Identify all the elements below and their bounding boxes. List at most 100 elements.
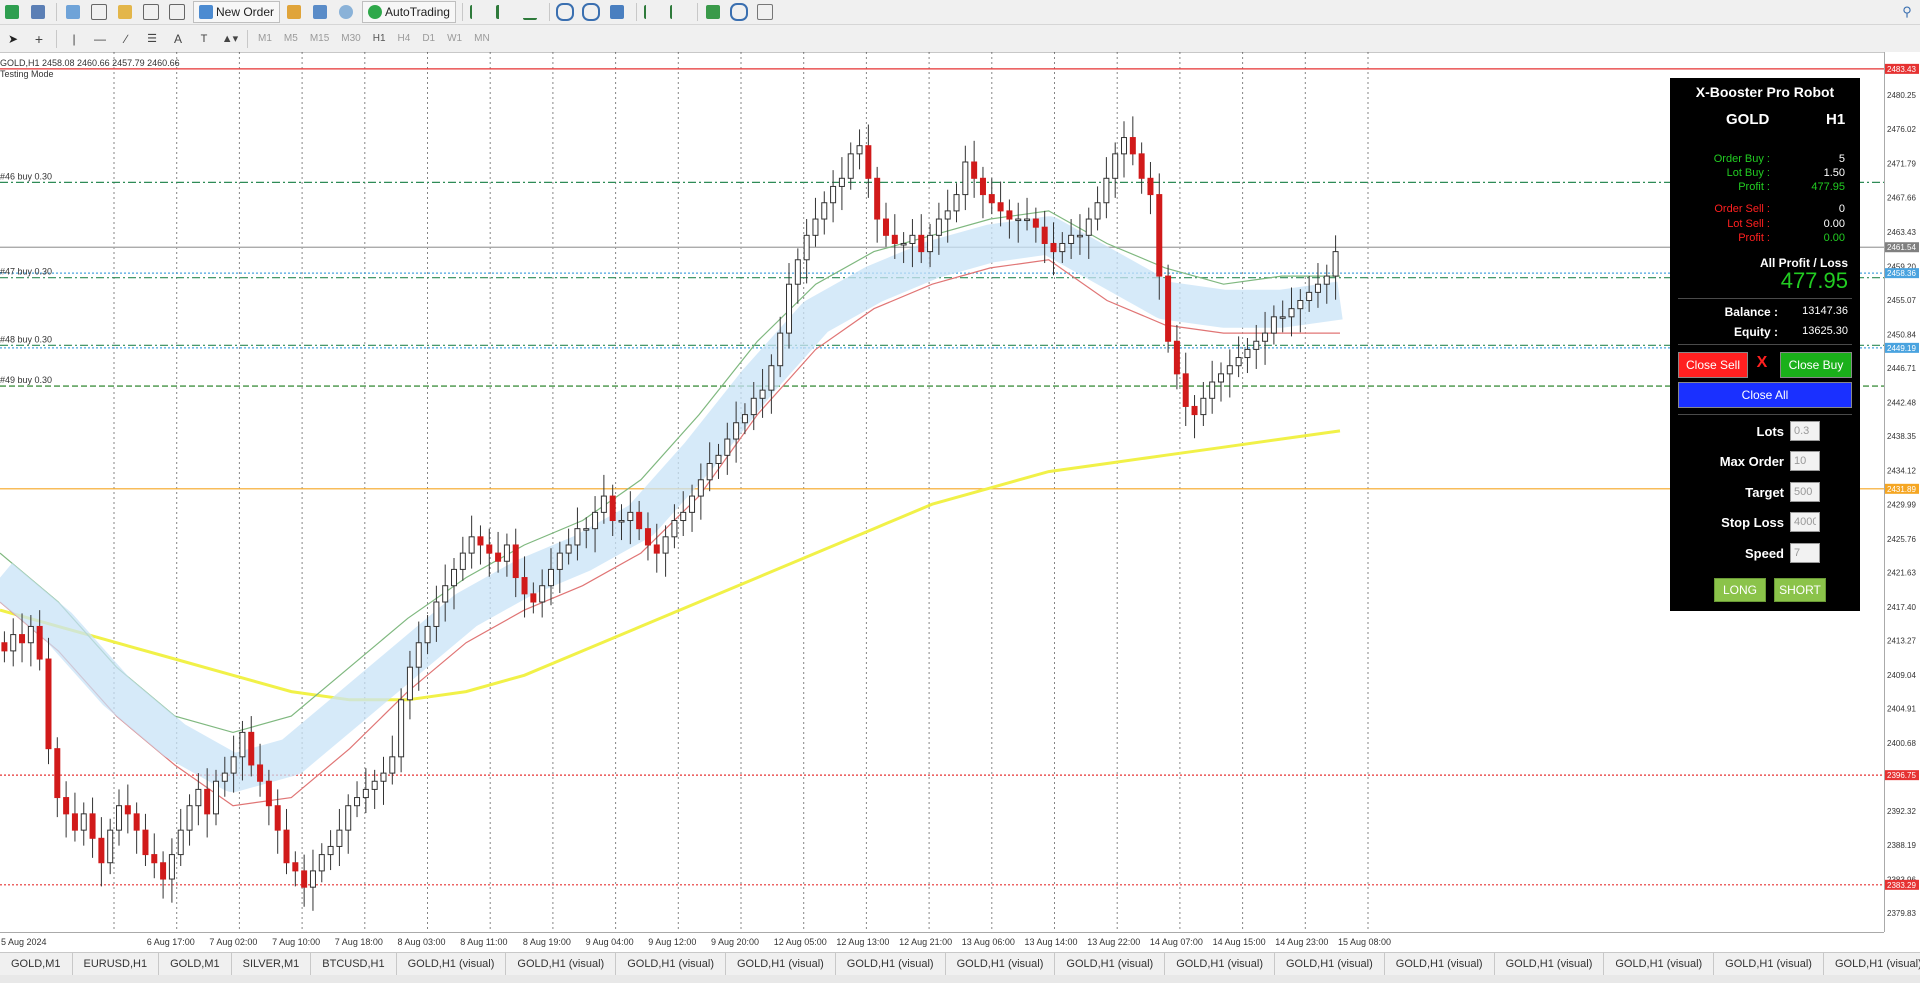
tester-button[interactable] bbox=[167, 2, 189, 22]
market-button[interactable] bbox=[336, 2, 358, 22]
candle-body bbox=[1103, 177, 1110, 204]
close-x-icon[interactable]: X bbox=[1752, 354, 1772, 372]
candle-body bbox=[221, 772, 228, 782]
horizontal-line-tool[interactable]: — bbox=[89, 29, 111, 49]
timeframe-m30[interactable]: M30 bbox=[335, 29, 366, 49]
stop-loss-input[interactable] bbox=[1790, 512, 1820, 532]
text-label-icon: T bbox=[200, 32, 208, 45]
signals-button[interactable] bbox=[310, 2, 332, 22]
lots-input[interactable] bbox=[1790, 421, 1820, 441]
terminal-button[interactable] bbox=[141, 2, 163, 22]
search-button[interactable]: ⚲ bbox=[1896, 2, 1918, 22]
candle-body bbox=[380, 772, 387, 782]
price-tick-label: 2480.25 bbox=[1887, 91, 1916, 100]
close-sell-button[interactable]: Close Sell bbox=[1678, 352, 1748, 378]
profiles-button[interactable] bbox=[28, 2, 50, 22]
new-chart-button[interactable] bbox=[2, 2, 24, 22]
timeframe-mn[interactable]: MN bbox=[468, 29, 496, 49]
equity-label: Equity : bbox=[1734, 325, 1778, 339]
candle-body bbox=[309, 870, 316, 888]
templates-button[interactable] bbox=[756, 2, 778, 22]
chart-shift-button[interactable] bbox=[643, 2, 665, 22]
candle-body bbox=[547, 568, 554, 587]
candle-body bbox=[733, 422, 740, 440]
timeframe-h4[interactable]: H4 bbox=[392, 29, 417, 49]
vertical-line-tool[interactable]: | bbox=[63, 29, 85, 49]
candlestick-button[interactable] bbox=[495, 2, 517, 22]
chart-tab[interactable]: GOLD,H1 (visual) bbox=[616, 953, 726, 975]
indicators-button[interactable] bbox=[704, 2, 726, 22]
candle-body bbox=[979, 177, 986, 196]
chart-tab[interactable]: GOLD,M1 bbox=[0, 953, 73, 975]
chart-tab[interactable]: GOLD,H1 (visual) bbox=[397, 953, 507, 975]
timeframe-w1[interactable]: W1 bbox=[441, 29, 468, 49]
close-buy-button[interactable]: Close Buy bbox=[1780, 352, 1852, 378]
chart-tab[interactable]: GOLD,H1 (visual) bbox=[1165, 953, 1275, 975]
timeframe-m5[interactable]: M5 bbox=[278, 29, 304, 49]
trendline-tool[interactable]: ∕ bbox=[115, 29, 137, 49]
timeframe-m1[interactable]: M1 bbox=[252, 29, 278, 49]
chart-tab[interactable]: GOLD,H1 (visual) bbox=[1604, 953, 1715, 975]
chart-tab[interactable]: EURUSD,H1 bbox=[73, 953, 160, 975]
line-chart-button[interactable] bbox=[521, 2, 543, 22]
chart-tab[interactable]: BTCUSD,H1 bbox=[311, 953, 397, 975]
price-tick-label: 2379.83 bbox=[1887, 909, 1916, 918]
time-tick-label: 12 Aug 21:00 bbox=[899, 937, 952, 947]
text-tool[interactable]: A bbox=[167, 29, 189, 49]
autotrading-button[interactable]: AutoTrading bbox=[362, 1, 456, 23]
candle-body bbox=[918, 234, 925, 253]
navigator-button[interactable] bbox=[115, 2, 137, 22]
zoom-in-button[interactable] bbox=[556, 2, 578, 22]
chart-tab[interactable]: GOLD,H1 (visual) bbox=[1275, 953, 1385, 975]
target-input[interactable] bbox=[1790, 482, 1820, 502]
bar-chart-button[interactable] bbox=[469, 2, 491, 22]
candle-body bbox=[962, 161, 969, 196]
chart-tab[interactable]: GOLD,H1 (visual) bbox=[946, 953, 1056, 975]
candle-body bbox=[865, 145, 872, 179]
data-window-button[interactable] bbox=[89, 2, 111, 22]
candle-body bbox=[354, 797, 361, 807]
chart-tab[interactable]: GOLD,H1 (visual) bbox=[1495, 953, 1605, 975]
speed-input[interactable] bbox=[1790, 543, 1820, 563]
price-chart[interactable]: #46 buy 0.30 #47 buy 0.30 #48 buy 0.30 #49 … bbox=[0, 52, 1884, 932]
candle-body bbox=[45, 658, 52, 750]
channel-tool[interactable]: ☰ bbox=[141, 29, 163, 49]
chart-tab[interactable]: GOLD,M1 bbox=[159, 953, 232, 975]
lot-buy-value: 1.50 bbox=[1823, 167, 1845, 179]
timeframe-h1[interactable]: H1 bbox=[367, 29, 392, 49]
lot-sell-value: 0.00 bbox=[1823, 218, 1845, 230]
max-order-input[interactable] bbox=[1790, 451, 1820, 471]
close-all-button[interactable]: Close All bbox=[1678, 382, 1852, 408]
chart-tab[interactable]: GOLD,H1 (visual) bbox=[1714, 953, 1824, 975]
shapes-tool[interactable]: ▲▾ bbox=[219, 29, 241, 49]
chart-tab[interactable]: GOLD,H1 (visual) bbox=[1055, 953, 1166, 975]
chart-tab[interactable]: GOLD,H1 (visual) bbox=[1385, 953, 1495, 975]
new-order-button[interactable]: New Order bbox=[193, 1, 281, 23]
short-button[interactable]: SHORT bbox=[1774, 578, 1826, 602]
market-watch-button[interactable] bbox=[63, 2, 85, 22]
candle-body bbox=[821, 202, 828, 220]
tile-windows-button[interactable] bbox=[608, 2, 630, 22]
price-tick-label: 2400.68 bbox=[1887, 739, 1916, 748]
cursor-tool[interactable]: ➤ bbox=[2, 29, 24, 49]
autoscroll-button[interactable] bbox=[669, 2, 691, 22]
metaeditor-button[interactable] bbox=[284, 2, 306, 22]
equity-value: 13625.30 bbox=[1802, 325, 1848, 337]
timeframe-d1[interactable]: D1 bbox=[416, 29, 441, 49]
candle-body bbox=[706, 462, 713, 481]
chart-tab[interactable]: GOLD,H1 (visual) bbox=[726, 953, 836, 975]
periods-button[interactable] bbox=[730, 2, 752, 22]
zoom-out-button[interactable] bbox=[582, 2, 604, 22]
timeframe-m15[interactable]: M15 bbox=[304, 29, 335, 49]
candle-body bbox=[838, 177, 845, 187]
editor-icon bbox=[286, 5, 301, 19]
chart-tab[interactable]: GOLD,H1 (visual) bbox=[1824, 953, 1920, 975]
long-button[interactable]: LONG bbox=[1714, 578, 1766, 602]
chart-tab[interactable]: GOLD,H1 (visual) bbox=[836, 953, 946, 975]
crosshair-tool[interactable]: + bbox=[28, 29, 50, 49]
label-tool[interactable]: T bbox=[193, 29, 215, 49]
chart-window[interactable]: #46 buy 0.30 #47 buy 0.30 #48 buy 0.30 #49 … bbox=[0, 52, 1920, 960]
chart-tab[interactable]: GOLD,H1 (visual) bbox=[506, 953, 617, 975]
chart-tab[interactable]: SILVER,M1 bbox=[232, 953, 312, 975]
price-marker-label: 2461.54 bbox=[1887, 243, 1916, 252]
